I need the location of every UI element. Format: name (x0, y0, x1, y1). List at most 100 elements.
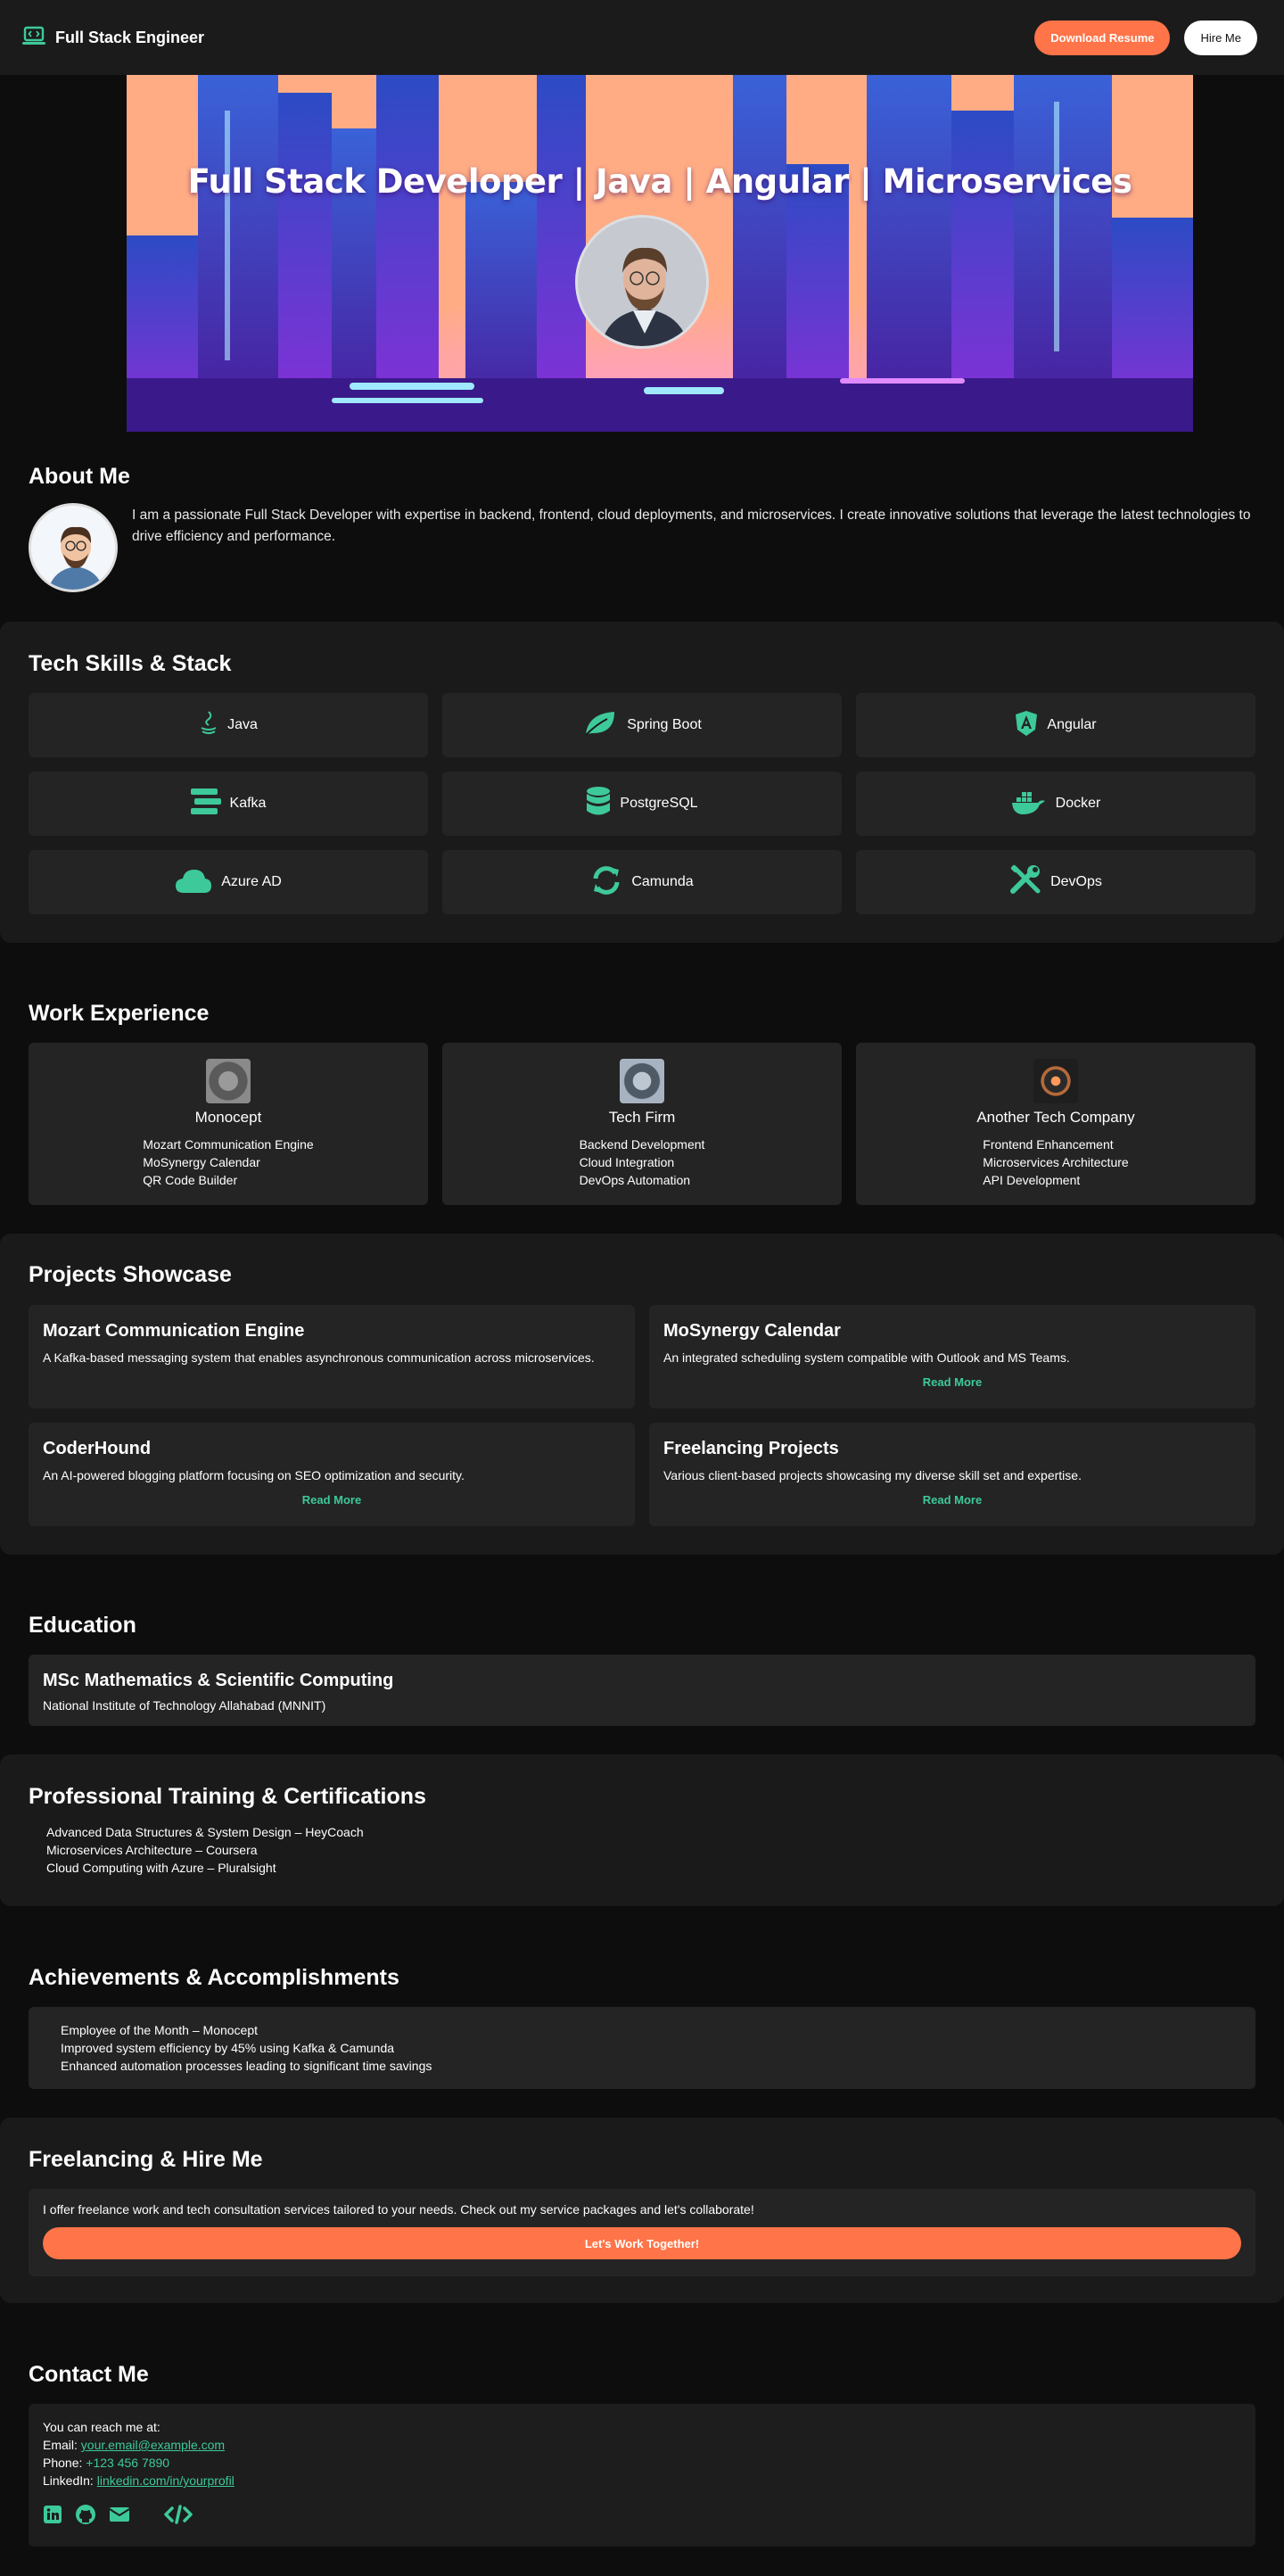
freelance-heading: Freelancing & Hire Me (29, 2147, 263, 2172)
work-item: Frontend Enhancement (983, 1137, 1114, 1152)
project-title: Freelancing Projects (663, 1439, 839, 1458)
cloud-icon (175, 867, 212, 898)
contact-card: You can reach me at: Email: your.email@e… (29, 2404, 1255, 2547)
about-text: I am a passionate Full Stack Developer w… (132, 508, 1251, 544)
projects-heading: Projects Showcase (29, 1262, 232, 1287)
achievements-heading: Achievements & Accomplishments (29, 1965, 399, 1990)
skill-card-spring-boot: Spring Boot (442, 693, 842, 757)
about-heading: About Me (29, 464, 130, 489)
project-card: CoderHound An AI-powered blogging platfo… (29, 1423, 635, 1526)
work-item: QR Code Builder (143, 1173, 238, 1187)
angular-icon (1015, 710, 1038, 741)
education-heading: Education (29, 1613, 136, 1638)
skill-label: DevOps (1050, 874, 1102, 889)
training-heading: Professional Training & Certifications (29, 1784, 426, 1809)
leaf-icon (582, 708, 618, 743)
sync-icon (590, 864, 622, 901)
skill-label: Kafka (229, 796, 267, 811)
institute-name: National Institute of Technology Allahab… (43, 1698, 326, 1713)
phone-number[interactable]: +123 456 7890 (86, 2456, 169, 2470)
achievement-item: Enhanced automation processes leading to… (61, 2059, 432, 2073)
project-title: CoderHound (43, 1439, 152, 1458)
company-name: Tech Firm (608, 1109, 676, 1126)
achievement-item: Employee of the Month – Monocept (61, 2023, 259, 2037)
achievement-item: Improved system efficiency by 45% using … (61, 2041, 395, 2055)
brand-name: Full Stack Engineer (55, 28, 205, 46)
skill-card-azure-ad: Azure AD (29, 850, 428, 914)
work-item: Mozart Communication Engine (143, 1137, 314, 1152)
experience-section: Work Experience Monocept Mozart Communic… (0, 943, 1284, 1233)
skill-label: PostgreSQL (620, 796, 698, 811)
contact-heading: Contact Me (29, 2362, 149, 2387)
read-more-link[interactable]: Read More (663, 1375, 1241, 1389)
profile-photo (575, 215, 709, 349)
company-work-list: Backend Development Cloud Integration De… (580, 1135, 705, 1189)
java-icon (199, 710, 218, 741)
experience-card-monocept: Monocept Mozart Communication Engine MoS… (29, 1043, 428, 1205)
work-item: Backend Development (579, 1137, 705, 1152)
social-links (43, 2504, 1241, 2530)
skill-label: Spring Boot (627, 717, 702, 732)
work-item: MoSynergy Calendar (143, 1155, 260, 1169)
brand[interactable]: Full Stack Engineer (21, 25, 204, 51)
experience-card-another-tech-company: Another Tech Company Frontend Enhancemen… (856, 1043, 1255, 1205)
skill-card-kafka: Kafka (29, 772, 428, 836)
lets-work-together-button[interactable]: Let's Work Together! (43, 2227, 1241, 2259)
work-item: DevOps Automation (579, 1173, 691, 1187)
docker-icon (1011, 788, 1047, 820)
project-description: Various client-based projects showcasing… (663, 1468, 1082, 1482)
envelope-icon[interactable] (109, 2506, 130, 2528)
about-avatar (29, 503, 118, 592)
skill-card-java: Java (29, 693, 428, 757)
company-name: Another Tech Company (976, 1109, 1135, 1126)
skill-card-angular: Angular (856, 693, 1255, 757)
skill-card-camunda: Camunda (442, 850, 842, 914)
email-link[interactable]: your.email@example.com (81, 2438, 225, 2452)
skill-card-devops: DevOps (856, 850, 1255, 914)
experience-card-tech-firm: Tech Firm Backend Development Cloud Inte… (442, 1043, 842, 1205)
work-item: API Development (983, 1173, 1081, 1187)
hero-banner: Full Stack Developer | Java | Angular | … (127, 75, 1193, 432)
contact-section: Contact Me You can reach me at: Email: y… (0, 2303, 1284, 2576)
experience-heading: Work Experience (29, 1001, 210, 1026)
freelance-card: I offer freelance work and tech consulta… (29, 2189, 1255, 2276)
company-work-list: Frontend Enhancement Microservices Archi… (983, 1135, 1128, 1189)
work-item: Cloud Integration (579, 1155, 675, 1169)
skills-heading: Tech Skills & Stack (29, 651, 232, 676)
company-work-list: Mozart Communication Engine MoSynergy Ca… (143, 1135, 313, 1189)
about-section: About Me I am a passionate Full Stack De… (0, 432, 1284, 621)
training-item: Advanced Data Structures & System Design… (46, 1825, 364, 1839)
linkedin-link[interactable]: linkedin.com/in/yourprofil (97, 2473, 235, 2488)
skill-label: Java (227, 717, 258, 732)
skill-card-docker: Docker (856, 772, 1255, 836)
company-logo (206, 1059, 251, 1103)
contact-intro: You can reach me at: (43, 2420, 160, 2434)
laptop-code-icon (21, 25, 46, 51)
hire-me-button[interactable]: Hire Me (1184, 20, 1257, 55)
project-title: MoSynergy Calendar (663, 1321, 841, 1341)
code-icon[interactable] (164, 2505, 193, 2529)
skill-label: Camunda (631, 874, 694, 889)
read-more-link[interactable]: Read More (663, 1493, 1241, 1507)
stream-icon (190, 788, 221, 821)
top-navbar: Full Stack Engineer Download Resume Hire… (0, 0, 1284, 75)
project-card: Mozart Communication Engine A Kafka-base… (29, 1305, 635, 1408)
achievements-list: Employee of the Month – Monocept Improve… (61, 2021, 1223, 2075)
hero-title: Full Stack Developer | Java | Angular | … (187, 162, 1132, 201)
read-more-link[interactable]: Read More (43, 1493, 621, 1507)
project-card: MoSynergy Calendar An integrated schedul… (649, 1305, 1255, 1408)
training-item: Cloud Computing with Azure – Pluralsight (46, 1861, 276, 1875)
database-icon (586, 786, 611, 822)
skill-card-postgresql: PostgreSQL (442, 772, 842, 836)
github-icon[interactable] (75, 2504, 96, 2530)
download-resume-button[interactable]: Download Resume (1034, 20, 1171, 55)
education-section: Education MSc Mathematics & Scientific C… (0, 1555, 1284, 1754)
company-logo (620, 1059, 664, 1103)
skill-label: Docker (1055, 796, 1101, 811)
linkedin-icon[interactable] (43, 2505, 62, 2529)
skill-label: Angular (1047, 717, 1097, 732)
achievements-section: Achievements & Accomplishments Employee … (0, 1906, 1284, 2117)
project-title: Mozart Communication Engine (43, 1321, 305, 1341)
project-description: An AI-powered blogging platform focusing… (43, 1468, 465, 1482)
projects-section: Projects Showcase Mozart Communication E… (0, 1234, 1284, 1555)
